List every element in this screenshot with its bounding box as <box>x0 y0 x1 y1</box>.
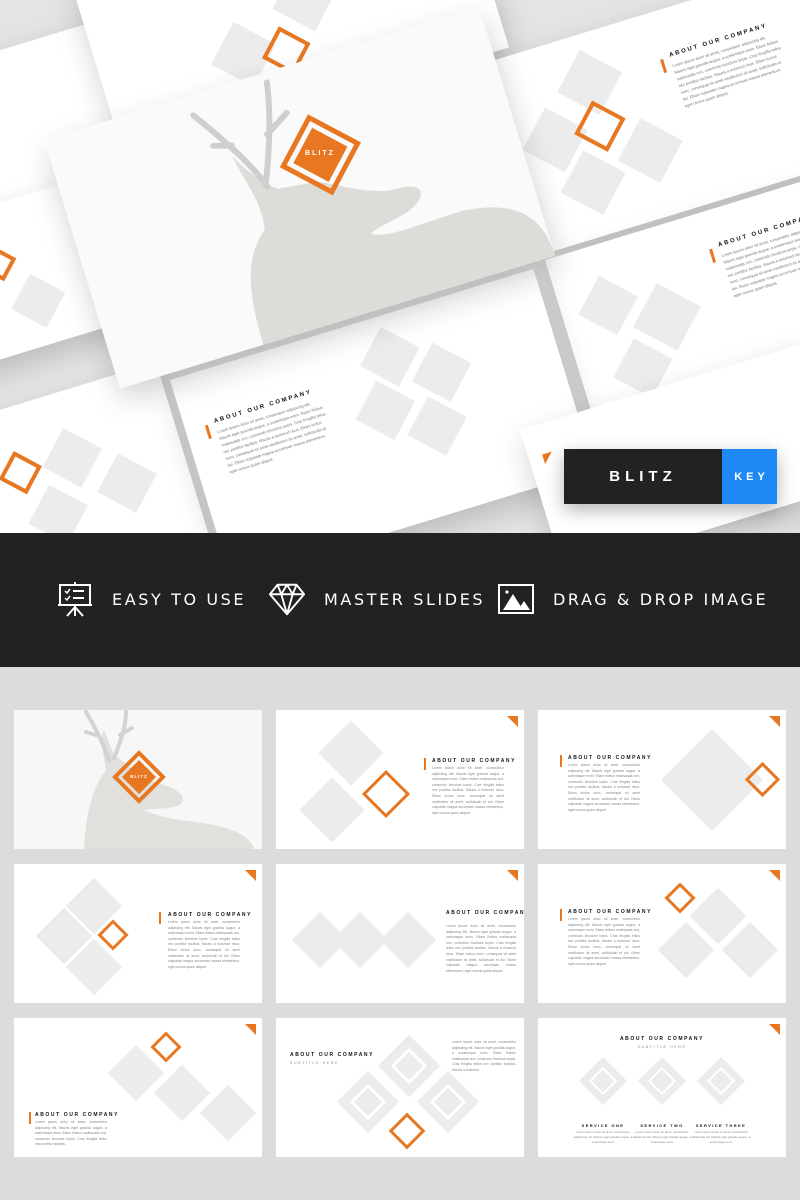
notebook-photo-diamond <box>633 283 701 351</box>
thumbnail-about-subtitle[interactable]: ABOUT OUR COMPANY SUBTITLE HERE Lorem ip… <box>276 1018 524 1157</box>
thumbnail-about-6[interactable]: ABOUT OUR COMPANY Lorem ipsum dolor sit … <box>14 1018 262 1157</box>
thumbnail-about-2[interactable]: ABOUT OUR COMPANY Lorem ipsum dolor sit … <box>538 710 786 849</box>
about-body: Lorem ipsum dolor sit amet, consectetur … <box>168 920 240 969</box>
accent-bar <box>159 912 161 924</box>
accent-bar <box>660 58 668 74</box>
services-subtitle: SUBTITLE HERE <box>637 1045 687 1049</box>
feature-master-slides: MASTER SLIDES <box>268 581 485 617</box>
corner-accent <box>507 716 518 727</box>
about-body: Lorem ipsum dolor sit amet, consectetur … <box>452 1040 516 1072</box>
thumbnail-about-1[interactable]: ABOUT OUR COMPANY Lorem ipsum dolor sit … <box>276 710 524 849</box>
subtitle: SUBTITLE HERE <box>290 1061 339 1065</box>
feature-drag-drop-image: DRAG & DROP IMAGE <box>497 581 768 617</box>
service-desc: Lorem ipsum dolor sit amet, consectetur … <box>573 1130 633 1144</box>
accent-bar <box>560 909 562 921</box>
orange-diamond-frame <box>0 451 42 495</box>
corner-accent <box>769 870 780 881</box>
feature-label: DRAG & DROP IMAGE <box>553 589 769 609</box>
accent-bar <box>29 1112 31 1124</box>
corner-accent <box>245 1024 256 1035</box>
succulent-photo-diamond <box>28 484 88 533</box>
thumbnail-about-3[interactable]: ABOUT OUR COMPANY Lorem ipsum dolor sit … <box>14 864 262 1003</box>
hero-showcase: ABOUT OUR COMPANY Lorem ipsum dolor sit … <box>0 0 800 533</box>
orange-diamond-frame <box>388 1112 426 1150</box>
corner-accent <box>769 1024 780 1035</box>
about-heading: ABOUT OUR COMPANY <box>568 909 653 915</box>
orange-diamond-frame <box>574 100 626 152</box>
image-icon <box>497 580 535 618</box>
stairs-photo-diamond <box>318 720 384 786</box>
feature-label: MASTER SLIDES <box>324 589 486 609</box>
product-badge: BLITZ KEY <box>564 449 777 504</box>
about-body: Lorem ipsum dolor sit amet, consectetur … <box>671 35 782 109</box>
corner-accent <box>542 451 555 465</box>
about-heading: ABOUT OUR COMPANY <box>568 755 653 761</box>
corner-accent <box>507 870 518 881</box>
bonsai-photo-diamond <box>299 777 365 843</box>
about-body: Lorem ipsum dolor sit amet, consectetur … <box>216 401 327 475</box>
service-desc: Lorem ipsum dolor sit amet, consectetur … <box>632 1130 692 1144</box>
flower-photo-diamond <box>11 273 66 328</box>
orange-diamond-frame <box>361 769 411 819</box>
about-heading: ABOUT OUR COMPANY <box>446 910 524 916</box>
badge-product-name: BLITZ <box>564 449 722 504</box>
about-body: Lorem ipsum dolor sit amet, consectetur … <box>568 763 640 812</box>
corner-accent <box>245 870 256 881</box>
logo-text: BLITZ <box>305 149 335 157</box>
flower-photo-diamond <box>617 118 683 184</box>
thumbnail-about-5[interactable]: ABOUT OUR COMPANY Lorem ipsum dolor sit … <box>538 864 786 1003</box>
leaf-photo-diamond <box>97 453 157 513</box>
about-body: Lorem ipsum dolor sit amet, consectetur … <box>568 917 640 966</box>
thumbnail-services[interactable]: ABOUT OUR COMPANY SUBTITLE HERE SERVICE … <box>538 1018 786 1157</box>
about-body: Lorem ipsum dolor sit amet, consectetur … <box>35 1120 107 1147</box>
photo-diamond <box>272 0 338 32</box>
badge-format: KEY <box>722 449 777 504</box>
accent-bar <box>560 755 562 767</box>
feature-label: EASY TO USE <box>112 589 247 609</box>
about-heading: ABOUT OUR COMPANY <box>35 1112 120 1118</box>
logo-text: BLITZ <box>130 774 148 779</box>
orange-diamond-frame <box>0 246 17 282</box>
about-body: Lorem ipsum dolor sit amet, consectetur … <box>446 924 516 973</box>
accent-bar <box>424 758 426 770</box>
service-desc: Lorem ipsum dolor sit amet, consectetur … <box>691 1130 751 1144</box>
orange-diamond-frame <box>664 882 696 914</box>
accent-bar <box>204 424 212 440</box>
accent-bar <box>709 248 717 263</box>
feature-easy-to-use: EASY TO USE <box>56 581 246 617</box>
flower-photo-diamond <box>360 326 420 387</box>
about-heading: ABOUT OUR COMPANY <box>432 758 517 764</box>
tablet-photo-diamond <box>355 380 416 441</box>
deer-photo-diamond <box>578 275 638 336</box>
about-heading: ABOUT OUR COMPANY <box>168 912 253 918</box>
corner-accent <box>769 716 780 727</box>
thumbnail-about-4[interactable]: ABOUT OUR COMPANY Lorem ipsum dolor sit … <box>276 864 524 1003</box>
room-photo-diamond <box>379 911 437 969</box>
service-title: SERVICE THREE <box>695 1123 747 1128</box>
succulent-photo-diamond <box>407 396 467 456</box>
about-body: Lorem ipsum dolor sit amet, consectetur … <box>432 766 504 815</box>
orange-diamond-frame <box>150 1031 182 1063</box>
deer-photo-diamond <box>42 428 103 488</box>
presentation-board-icon <box>56 580 94 618</box>
about-heading: ABOUT OUR COMPANY <box>290 1052 375 1058</box>
services-heading: ABOUT OUR COMPANY <box>619 1036 705 1042</box>
features-bar: EASY TO USE MASTER SLIDES DRAG & DROP IM… <box>0 533 800 667</box>
plant-photo-diamond <box>411 342 472 403</box>
diamond-icon <box>268 580 306 618</box>
thumbnail-title-slide[interactable]: BLITZ <box>14 710 262 849</box>
